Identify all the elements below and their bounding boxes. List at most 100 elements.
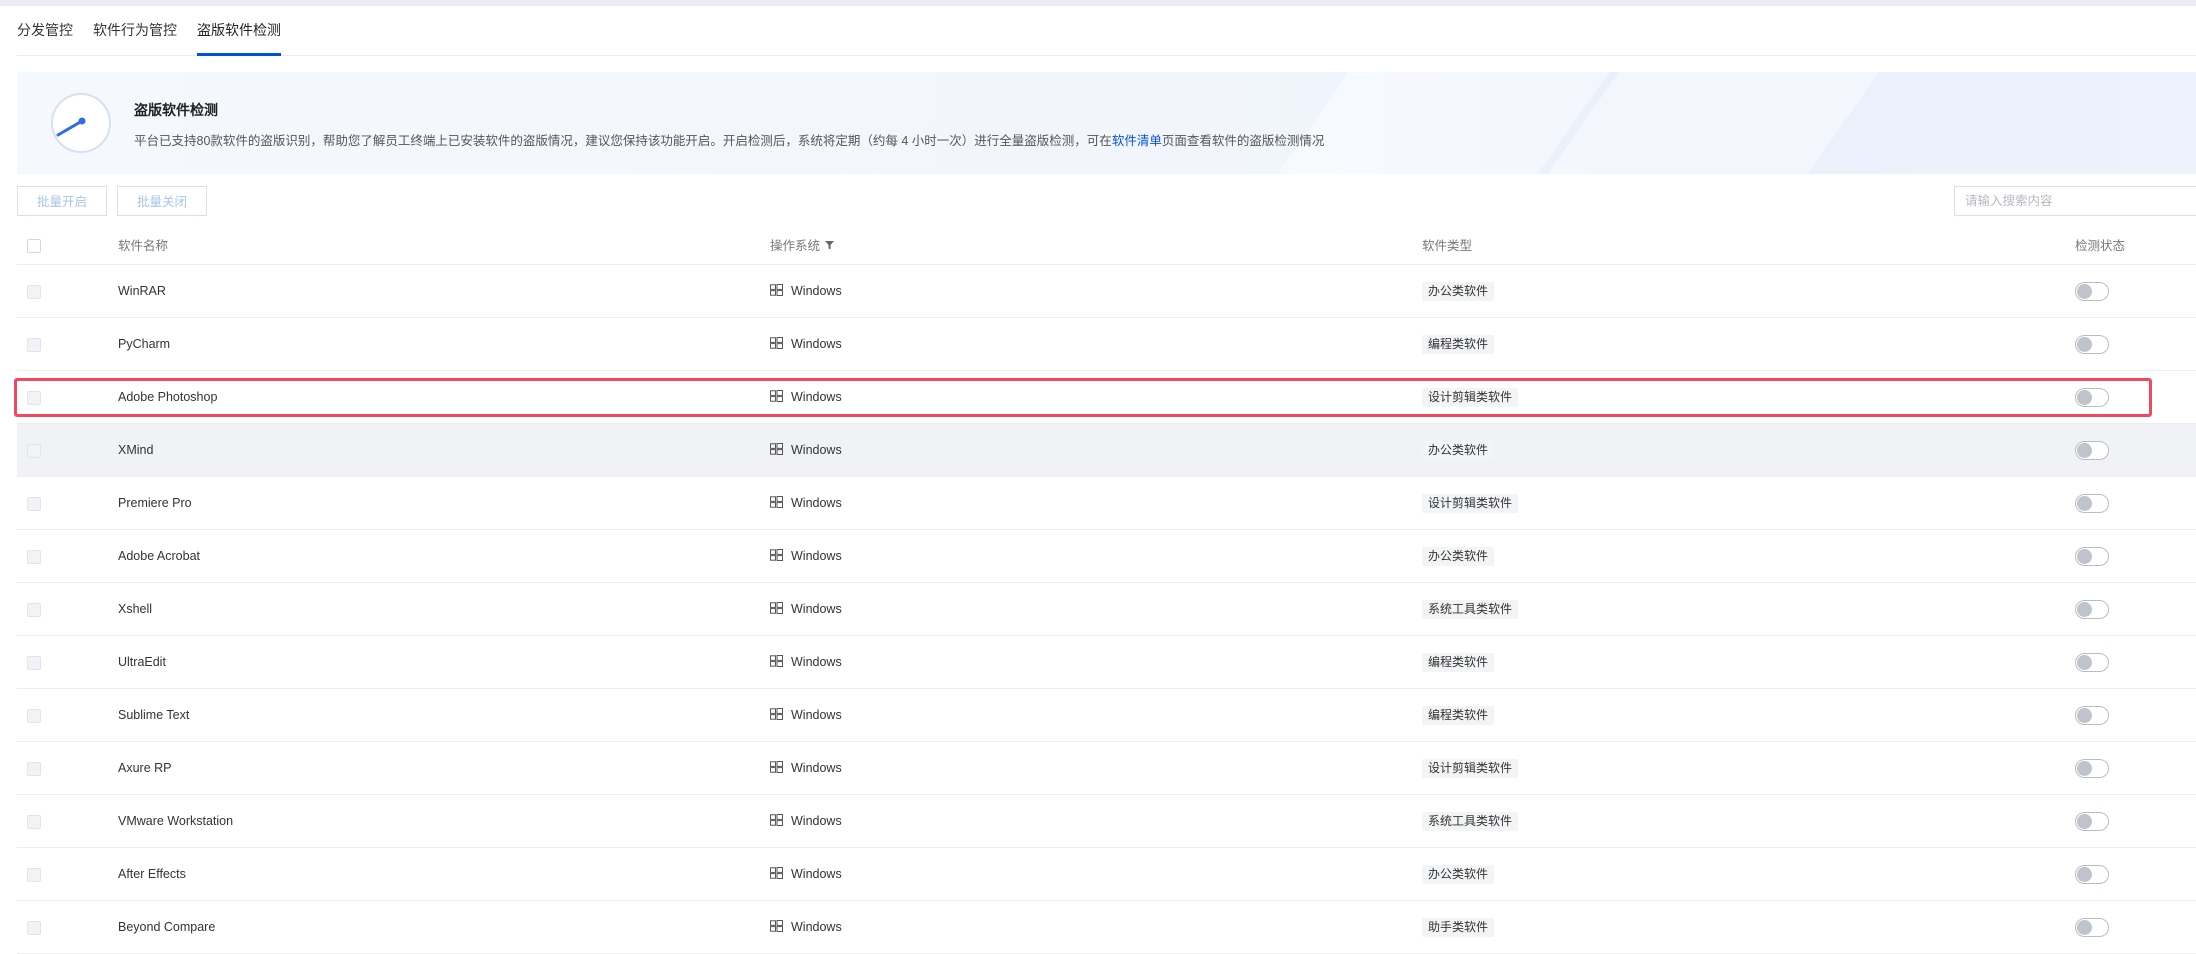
os-cell: Windows — [770, 795, 842, 847]
os-cell: Windows — [770, 742, 842, 794]
row-checkbox[interactable] — [27, 550, 41, 564]
detection-toggle[interactable] — [2075, 653, 2109, 672]
table-row[interactable]: PyCharm Windows 编程类软件 — [17, 318, 2196, 371]
column-header-status: 检测状态 — [2075, 239, 2126, 253]
table-row[interactable]: Adobe Photoshop Windows 设计剪辑类软件 — [17, 371, 2196, 424]
detection-toggle[interactable] — [2075, 706, 2109, 725]
column-header-name: 软件名称 — [118, 239, 169, 253]
tab-bar: 分发管控 软件行为管控 盗版软件检测 — [17, 6, 2196, 56]
detection-toggle[interactable] — [2075, 388, 2109, 407]
os-cell: Windows — [770, 424, 842, 476]
software-type-tag: 编程类软件 — [1422, 653, 1495, 672]
table-row[interactable]: Adobe Acrobat Windows 办公类软件 — [17, 530, 2196, 583]
batch-enable-button[interactable]: 批量开启 — [17, 186, 107, 216]
toggle-knob — [2077, 761, 2092, 776]
column-header-os: 操作系统 — [770, 227, 835, 265]
software-type-tag: 系统工具类软件 — [1422, 812, 1519, 831]
detection-toggle[interactable] — [2075, 600, 2109, 619]
table-row[interactable]: Beyond Compare Windows 助手类软件 — [17, 901, 2196, 954]
detection-toggle[interactable] — [2075, 282, 2109, 301]
toggle-knob — [2077, 708, 2092, 723]
table-row[interactable]: Premiere Pro Windows 设计剪辑类软件 — [17, 477, 2196, 530]
software-name: Adobe Photoshop — [118, 390, 218, 404]
software-type-tag: 编程类软件 — [1422, 706, 1495, 725]
os-cell: Windows — [770, 901, 842, 953]
detection-toggle[interactable] — [2075, 865, 2109, 884]
row-checkbox[interactable] — [27, 338, 41, 352]
row-checkbox[interactable] — [27, 815, 41, 829]
info-banner: 盗版软件检测 平台已支持80款软件的盗版识别，帮助您了解员工终端上已安装软件的盗… — [17, 72, 2196, 174]
batch-disable-button[interactable]: 批量关闭 — [117, 186, 207, 216]
software-name: UltraEdit — [118, 655, 166, 669]
row-checkbox[interactable] — [27, 497, 41, 511]
detection-toggle[interactable] — [2075, 494, 2109, 513]
windows-icon — [770, 442, 783, 455]
software-name: Axure RP — [118, 761, 172, 775]
row-checkbox[interactable] — [27, 285, 41, 299]
software-type-tag: 系统工具类软件 — [1422, 600, 1519, 619]
toggle-knob — [2077, 867, 2092, 882]
row-checkbox[interactable] — [27, 709, 41, 723]
table-row[interactable]: VMware Workstation Windows 系统工具类软件 — [17, 795, 2196, 848]
software-name: After Effects — [118, 867, 186, 881]
banner-title: 盗版软件检测 — [134, 102, 218, 118]
software-list-link[interactable]: 软件清单 — [1112, 134, 1162, 148]
windows-icon — [770, 760, 783, 773]
software-type-tag: 办公类软件 — [1422, 282, 1495, 301]
software-name: VMware Workstation — [118, 814, 234, 828]
tab-piracy-detection[interactable]: 盗版软件检测 — [197, 6, 281, 56]
toggle-knob — [2077, 920, 2092, 935]
software-name: Xshell — [118, 602, 153, 616]
gauge-icon — [51, 93, 111, 153]
select-all-checkbox[interactable] — [27, 239, 41, 253]
detection-toggle[interactable] — [2075, 918, 2109, 937]
toggle-knob — [2077, 655, 2092, 670]
row-checkbox[interactable] — [27, 868, 41, 882]
row-checkbox[interactable] — [27, 603, 41, 617]
toggle-knob — [2077, 496, 2092, 511]
search-input[interactable] — [1954, 186, 2196, 216]
tab-distribution-control[interactable]: 分发管控 — [17, 6, 73, 55]
os-cell: Windows — [770, 477, 842, 529]
filter-icon[interactable] — [825, 241, 835, 250]
software-type-tag: 办公类软件 — [1422, 865, 1495, 884]
software-name: Premiere Pro — [118, 496, 192, 510]
table-header: 软件名称 操作系统 软件类型 检测状态 — [17, 227, 2196, 265]
table-row[interactable]: Axure RP Windows 设计剪辑类软件 — [17, 742, 2196, 795]
software-name: XMind — [118, 443, 154, 457]
column-header-type: 软件类型 — [1422, 239, 1473, 253]
table-row[interactable]: UltraEdit Windows 编程类软件 — [17, 636, 2196, 689]
windows-icon — [770, 495, 783, 508]
windows-icon — [770, 866, 783, 879]
software-name: Beyond Compare — [118, 920, 216, 934]
software-name: PyCharm — [118, 337, 171, 351]
row-checkbox[interactable] — [27, 921, 41, 935]
os-cell: Windows — [770, 636, 842, 688]
toggle-knob — [2077, 549, 2092, 564]
toggle-knob — [2077, 814, 2092, 829]
toggle-knob — [2077, 284, 2092, 299]
detection-toggle[interactable] — [2075, 759, 2109, 778]
os-cell: Windows — [770, 318, 842, 370]
table-row[interactable]: XMind Windows 办公类软件 — [17, 424, 2196, 477]
detection-toggle[interactable] — [2075, 441, 2109, 460]
windows-icon — [770, 919, 783, 932]
toggle-knob — [2077, 390, 2092, 405]
row-checkbox[interactable] — [27, 656, 41, 670]
row-checkbox[interactable] — [27, 391, 41, 405]
row-checkbox[interactable] — [27, 762, 41, 776]
detection-toggle[interactable] — [2075, 812, 2109, 831]
os-cell: Windows — [770, 371, 842, 423]
windows-icon — [770, 813, 783, 826]
table-row[interactable]: Sublime Text Windows 编程类软件 — [17, 689, 2196, 742]
detection-toggle[interactable] — [2075, 547, 2109, 566]
detection-toggle[interactable] — [2075, 335, 2109, 354]
tab-software-behavior-control[interactable]: 软件行为管控 — [93, 6, 177, 55]
software-type-tag: 助手类软件 — [1422, 918, 1495, 937]
software-name: Sublime Text — [118, 708, 190, 722]
table-row[interactable]: After Effects Windows 办公类软件 — [17, 848, 2196, 901]
row-checkbox[interactable] — [27, 444, 41, 458]
windows-icon — [770, 601, 783, 614]
table-row[interactable]: Xshell Windows 系统工具类软件 — [17, 583, 2196, 636]
table-row[interactable]: WinRAR Windows 办公类软件 — [17, 265, 2196, 318]
